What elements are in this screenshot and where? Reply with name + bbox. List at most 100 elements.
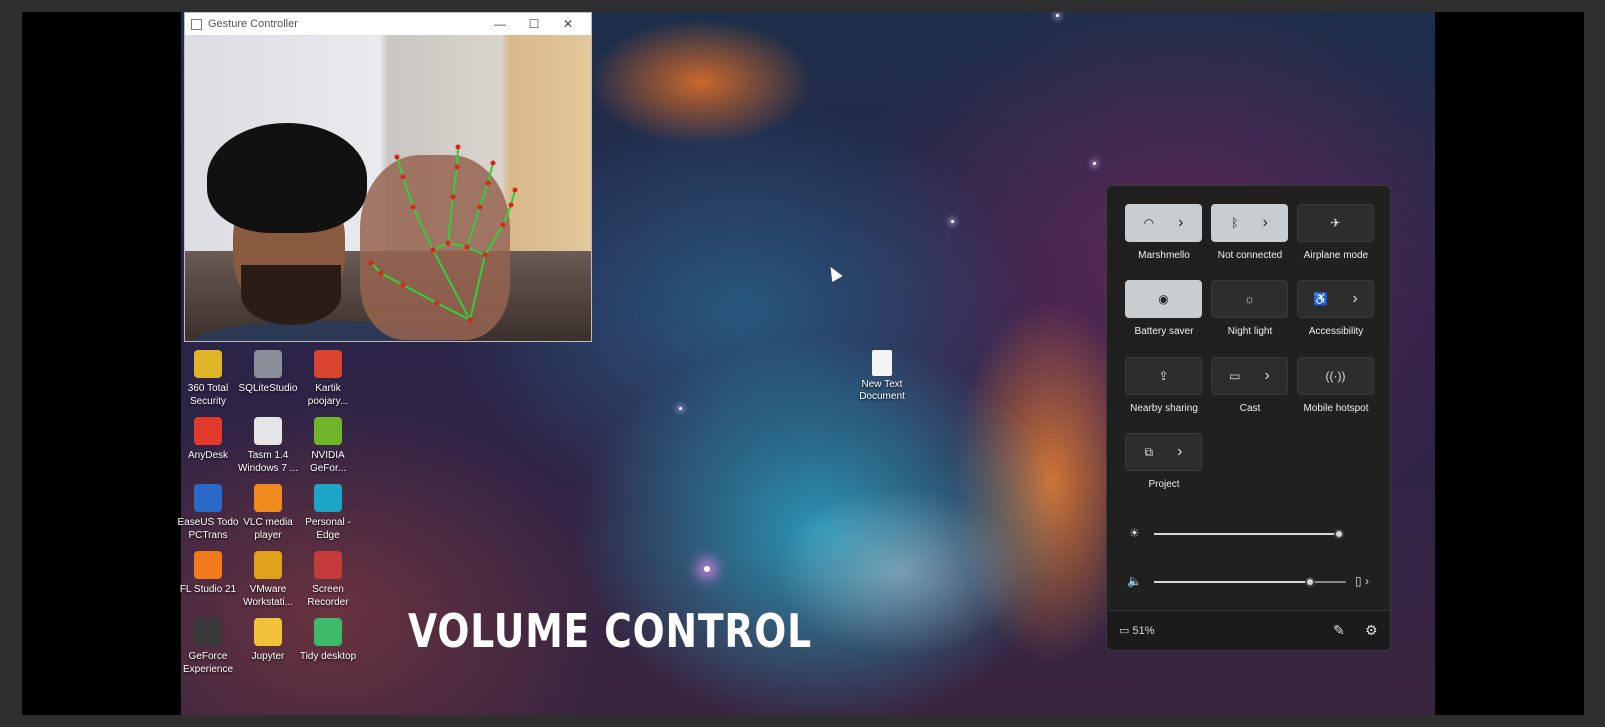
landmark-point <box>454 164 460 170</box>
maximize-button[interactable]: ☐ <box>517 17 551 31</box>
landmark-point <box>467 317 473 323</box>
landmark-point <box>485 180 491 186</box>
landmark-point <box>368 260 374 266</box>
hand-landmarks-overlay <box>368 144 518 323</box>
volume-slider-fill <box>1154 581 1310 583</box>
desktop-shortcut[interactable]: VLC media player <box>237 484 299 542</box>
brightness-slider[interactable] <box>1154 529 1344 539</box>
chevron-right-icon[interactable]: › <box>1177 443 1182 461</box>
shortcut-label-line2: PCTrans <box>188 530 228 541</box>
tile-label: Airplane mode <box>1303 250 1369 261</box>
shortcut-label-line1: 360 Total <box>187 383 229 394</box>
window-title: Gesture Controller <box>208 18 298 30</box>
easeus-icon <box>194 484 222 512</box>
accessibility-icon: ♿ <box>1313 292 1329 306</box>
desktop-shortcut[interactable]: NVIDIA GeFor... <box>297 417 359 475</box>
tile-nearby-sharing[interactable]: ⇪ <box>1125 357 1202 395</box>
new-text-document-icon[interactable]: New Text Document <box>852 350 912 403</box>
landmark-connection <box>380 272 404 286</box>
shield-plus-icon <box>194 350 222 378</box>
edit-pencil-icon[interactable]: ✎ <box>1333 622 1345 639</box>
landmark-point <box>400 282 406 288</box>
tile-label: Battery saver <box>1134 326 1194 337</box>
star <box>1093 162 1096 165</box>
shortcut-label-line1: Tidy desktop <box>299 651 357 662</box>
desktop-shortcut[interactable]: Jupyter <box>237 618 299 663</box>
shortcut-label-line1: AnyDesk <box>187 450 228 461</box>
shortcut-label-line2: GeFor... <box>309 463 347 474</box>
brightness-icon: ☀ <box>1129 526 1140 540</box>
window-titlebar[interactable]: Gesture Controller — ☐ ✕ <box>185 13 591 35</box>
shortcut-label-line1: Personal - <box>305 517 351 528</box>
landmark-connection <box>402 284 438 304</box>
desktop-shortcut[interactable]: VMware Workstati... <box>237 551 299 609</box>
wifi-icon: ◠ <box>1143 216 1155 230</box>
star <box>951 220 954 223</box>
shortcut-label-line1: SQLiteStudio <box>238 383 298 394</box>
audio-device-icon: ▯ <box>1355 574 1362 588</box>
shortcut-label-line1: Tasm 1.4 <box>247 450 289 461</box>
tile-project[interactable]: ⧉ › <box>1125 433 1202 471</box>
star <box>679 407 682 410</box>
shortcut-label-line2: Experience <box>182 664 234 675</box>
tile-battery-saver[interactable]: ◉ <box>1125 280 1202 318</box>
landmark-point <box>482 252 488 258</box>
landmark-connection <box>396 156 404 178</box>
battery-status[interactable]: ▭ 51% <box>1119 624 1155 637</box>
chevron-right-icon[interactable]: › <box>1265 367 1270 385</box>
desktop-shortcut[interactable]: SQLiteStudio <box>237 350 299 395</box>
desktop-shortcut[interactable]: Kartik poojary... <box>297 350 359 408</box>
tile-label: Marshmello <box>1138 250 1190 261</box>
shortcut-label-line2: player <box>254 530 282 541</box>
desktop-shortcut[interactable]: Screen Recorder <box>297 551 359 609</box>
shortcut-label-line1: Jupyter <box>251 651 285 662</box>
settings-gear-icon[interactable]: ⚙ <box>1365 622 1378 639</box>
tile-night-light[interactable]: ☼ <box>1211 280 1288 318</box>
landmark-point <box>445 240 451 246</box>
shortcut-label-line1: VMware <box>249 584 287 595</box>
volume-slider-thumb[interactable] <box>1304 577 1315 587</box>
desktop-shortcut[interactable]: Personal - Edge <box>297 484 359 542</box>
desktop-shortcut[interactable]: Tidy desktop <box>297 618 359 663</box>
landmark-point <box>490 160 496 166</box>
bluetooth-icon: ᛒ <box>1231 216 1239 230</box>
shortcut-label-line2: Workstati... <box>243 597 293 608</box>
screen-recorder-icon <box>314 551 342 579</box>
chevron-right-icon[interactable]: › <box>1262 214 1267 232</box>
anydesk-icon <box>194 417 222 445</box>
tile-label: Not connected <box>1217 250 1283 261</box>
close-button[interactable]: ✕ <box>551 17 585 31</box>
gesture-controller-window[interactable]: Gesture Controller — ☐ ✕ <box>184 12 592 342</box>
chevron-right-icon: › <box>1364 574 1369 588</box>
tile-marshmello[interactable]: ◠ › <box>1125 204 1202 242</box>
audio-output-device-button[interactable]: ▯ › <box>1355 574 1369 588</box>
shortcut-label-line2: Recorder <box>307 597 349 608</box>
volume-slider[interactable] <box>1154 577 1346 587</box>
desktop-shortcut[interactable]: 360 Total Security <box>177 350 239 408</box>
desktop-shortcut[interactable]: FL Studio 21 <box>177 551 239 596</box>
tile-accessibility[interactable]: ♿ › <box>1297 280 1374 318</box>
brightness-slider-thumb[interactable] <box>1334 529 1344 539</box>
battery-percent: 51% <box>1132 625 1155 637</box>
desktop-shortcut[interactable]: EaseUS Todo PCTrans <box>177 484 239 542</box>
shortcut-label-line1: EaseUS Todo <box>177 517 239 528</box>
tile-airplane-mode[interactable]: ✈ <box>1297 204 1374 242</box>
star <box>1056 14 1059 17</box>
speaker-icon[interactable]: 🔈 <box>1127 574 1142 588</box>
landmark-point <box>477 204 483 210</box>
landmark-point <box>378 270 384 276</box>
desktop-shortcut[interactable]: AnyDesk <box>177 417 239 462</box>
desktop-shortcut[interactable]: GeForce Experience <box>177 618 239 676</box>
tile-cast[interactable]: ▭ › <box>1211 357 1288 395</box>
landmark-point <box>508 202 514 208</box>
tile-not-connected[interactable]: ᛒ › <box>1211 204 1288 242</box>
fl-studio-icon <box>194 551 222 579</box>
landmark-point <box>400 174 406 180</box>
tile-mobile-hotspot[interactable]: ((·)) <box>1297 357 1374 395</box>
chevron-right-icon[interactable]: › <box>1352 290 1357 308</box>
chevron-right-icon[interactable]: › <box>1178 214 1183 232</box>
desktop-shortcut[interactable]: Tasm 1.4 Windows 7 ... <box>237 417 299 475</box>
new-doc-label-line2: Document <box>859 391 905 402</box>
letterbox-right <box>1434 12 1584 715</box>
minimize-button[interactable]: — <box>483 17 517 31</box>
